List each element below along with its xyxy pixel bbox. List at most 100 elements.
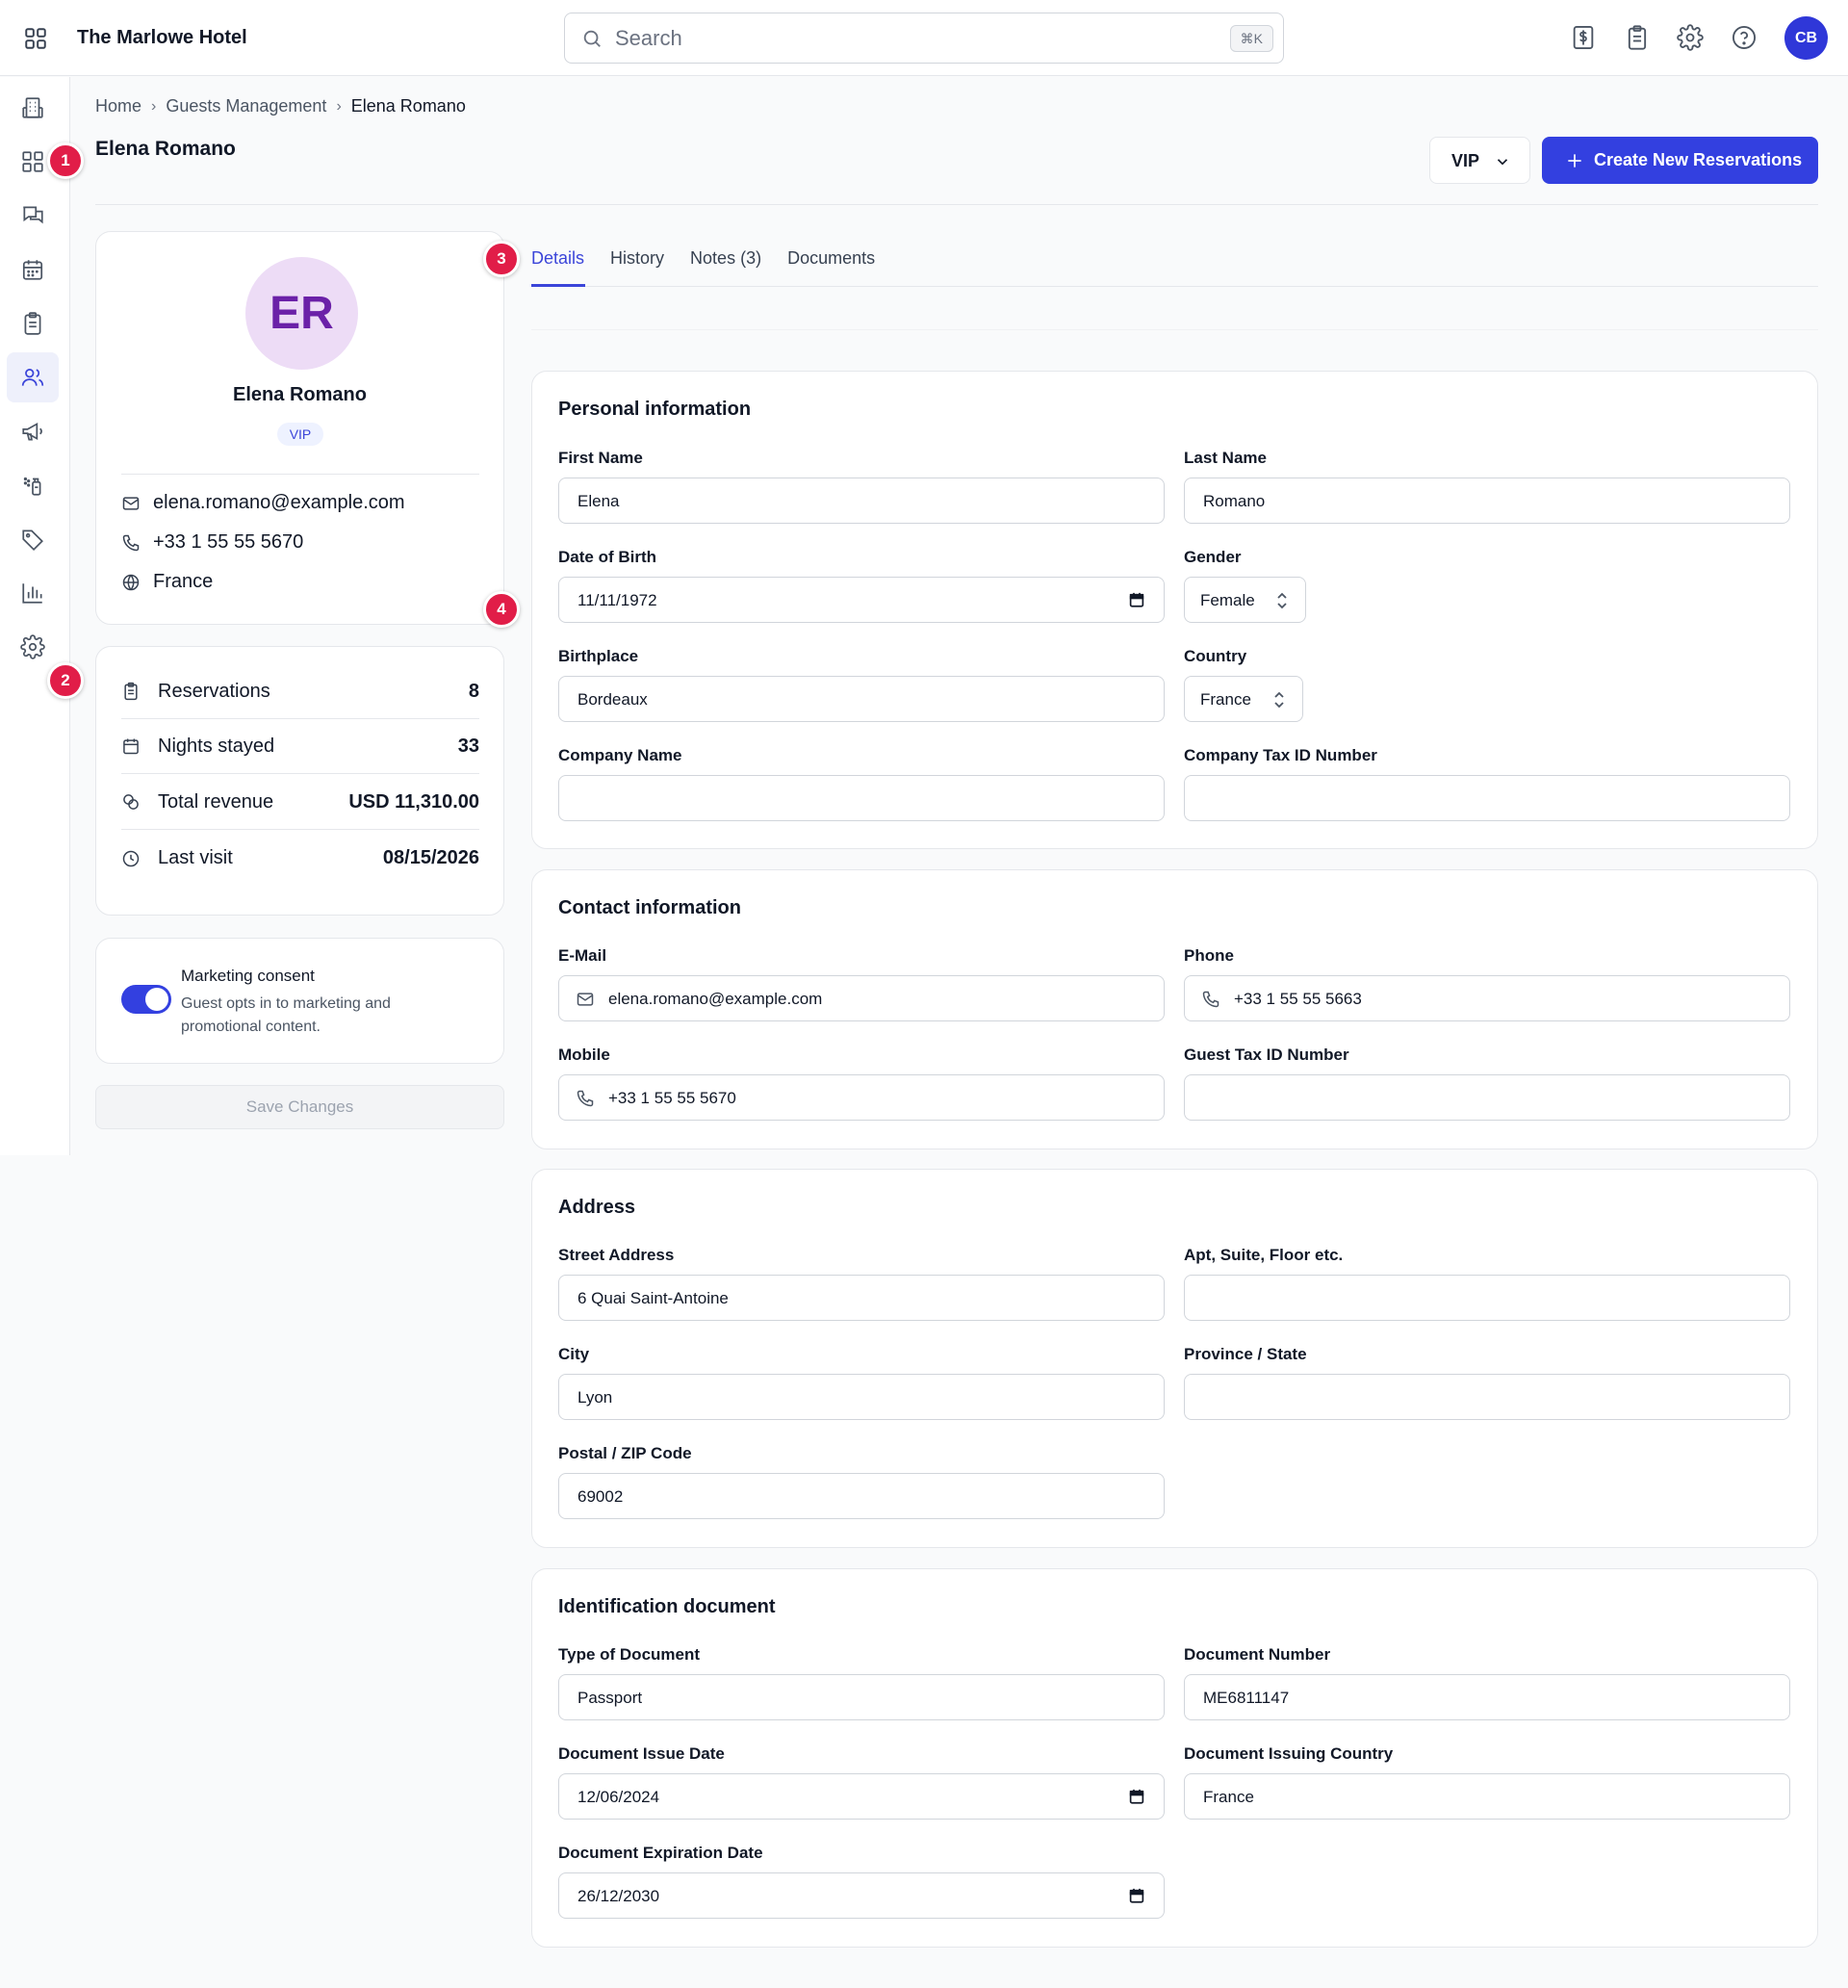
stat-value: 08/15/2026 — [382, 847, 479, 868]
breadcrumb-home[interactable]: Home — [95, 96, 141, 116]
breadcrumb-guests-management[interactable]: Guests Management — [166, 96, 326, 116]
tag-icon — [22, 529, 43, 552]
apt-suite-label: Apt, Suite, Floor etc. — [1184, 1246, 1344, 1264]
address-section: Address Street Address 6 Quai Saint-Anto… — [531, 1169, 1818, 1548]
guest-tax-id-field[interactable] — [1184, 1074, 1790, 1121]
country-select[interactable]: France — [1184, 676, 1303, 722]
phone-label: Phone — [1184, 946, 1234, 965]
province-state-field[interactable] — [1184, 1374, 1790, 1420]
city-value: Lyon — [578, 1388, 613, 1407]
mobile-field[interactable]: +33 1 55 55 5670 — [558, 1074, 1165, 1121]
vip-badge: VIP — [277, 423, 323, 446]
sidebar-item-reports[interactable] — [7, 568, 59, 618]
issuing-country-field[interactable]: France — [1184, 1773, 1790, 1820]
last-name-field[interactable]: Romano — [1184, 478, 1790, 524]
first-name-label: First Name — [558, 449, 643, 467]
issue-date-label: Document Issue Date — [558, 1744, 725, 1763]
sidebar-item-messages[interactable] — [7, 191, 59, 241]
issuing-country-value: France — [1203, 1788, 1254, 1806]
sidebar-item-hotel[interactable] — [7, 83, 59, 133]
street-address-field[interactable]: 6 Quai Saint-Antoine — [558, 1275, 1165, 1321]
tab-notes[interactable]: Notes (3) — [690, 248, 761, 269]
stat-nights-stayed: Nights stayed 33 — [121, 719, 479, 774]
detail-tabs: Details History Notes (3) Documents — [531, 248, 875, 269]
create-reservation-button[interactable]: Create New Reservations — [1542, 137, 1818, 184]
document-type-value: Passport — [578, 1689, 643, 1707]
clipboard-icon[interactable] — [1624, 24, 1651, 51]
consent-title: Marketing consent — [181, 967, 315, 985]
tab-details[interactable]: Details — [531, 248, 584, 269]
create-reservation-label: Create New Reservations — [1594, 150, 1803, 169]
issue-date-field[interactable]: 12/06/2024 — [558, 1773, 1165, 1820]
sidebar-item-calendar[interactable] — [7, 245, 59, 295]
stat-value: 8 — [468, 680, 479, 702]
save-changes-button[interactable]: Save Changes — [95, 1085, 504, 1129]
gender-label: Gender — [1184, 548, 1242, 566]
tab-documents[interactable]: Documents — [787, 248, 875, 269]
guest-phone: +33 1 55 55 5670 — [153, 531, 304, 553]
identification-document-section: Identification document Type of Document… — [531, 1568, 1818, 1948]
phone-field[interactable]: +33 1 55 55 5663 — [1184, 975, 1790, 1021]
mail-icon — [577, 993, 594, 1006]
calendar-icon[interactable] — [1128, 591, 1145, 608]
user-avatar[interactable]: CB — [1784, 16, 1828, 60]
tab-history[interactable]: History — [610, 248, 664, 269]
company-tax-id-field[interactable] — [1184, 775, 1790, 821]
apt-suite-field[interactable] — [1184, 1275, 1790, 1321]
stats-card: Reservations 8 Nights stayed 33 Total re… — [95, 646, 504, 916]
stat-label: Total revenue — [158, 790, 274, 813]
document-type-label: Type of Document — [558, 1645, 701, 1664]
annotation-marker-4: 4 — [483, 591, 520, 628]
dob-field[interactable]: 11/11/1972 — [558, 577, 1165, 623]
marketing-consent-toggle[interactable] — [121, 985, 171, 1014]
dollar-receipt-icon[interactable] — [1570, 24, 1597, 51]
sidebar-item-guests[interactable] — [7, 352, 59, 402]
sidebar-item-housekeeping[interactable] — [7, 460, 59, 510]
guest-email-row: elena.romano@example.com — [121, 492, 405, 514]
sidebar-item-marketing[interactable] — [7, 406, 59, 456]
sidebar-item-settings[interactable] — [7, 622, 59, 672]
guest-avatar: ER — [245, 257, 358, 370]
company-name-field[interactable] — [558, 775, 1165, 821]
hotel-building-icon — [22, 97, 43, 118]
sidebar-item-offers[interactable] — [7, 514, 59, 564]
guest-tier-select[interactable]: VIP — [1429, 137, 1530, 184]
expiration-date-field[interactable]: 26/12/2030 — [558, 1872, 1165, 1919]
company-tax-id-label: Company Tax ID Number — [1184, 746, 1377, 764]
city-field[interactable]: Lyon — [558, 1374, 1165, 1420]
postal-code-value: 69002 — [578, 1487, 624, 1506]
last-name-value: Romano — [1203, 492, 1266, 510]
calendar-icon[interactable] — [1128, 1887, 1145, 1904]
search-input[interactable] — [615, 23, 1193, 54]
issuing-country-label: Document Issuing Country — [1184, 1744, 1394, 1763]
stat-label: Nights stayed — [158, 735, 275, 757]
phone-icon — [577, 1090, 594, 1107]
personal-information-section: Personal information First Name Elena La… — [531, 371, 1818, 849]
calendar-icon[interactable] — [1128, 1788, 1145, 1805]
clock-icon — [122, 850, 140, 866]
stat-last-visit: Last visit 08/15/2026 — [121, 831, 479, 886]
last-name-label: Last Name — [1184, 449, 1267, 467]
document-number-field[interactable]: ME6811147 — [1184, 1674, 1790, 1720]
document-type-field[interactable]: Passport — [558, 1674, 1165, 1720]
document-number-label: Document Number — [1184, 1645, 1331, 1664]
marketing-consent-card: Marketing consent Guest opts in to marke… — [95, 938, 504, 1064]
email-field[interactable]: elena.romano@example.com — [558, 975, 1165, 1021]
app-grid-icon[interactable] — [23, 26, 48, 51]
phone-icon — [1202, 991, 1219, 1008]
consent-description: Guest opts in to marketing and promotion… — [181, 995, 391, 1035]
search-box[interactable]: ⌘K — [564, 13, 1284, 64]
help-icon[interactable] — [1731, 24, 1758, 51]
postal-code-field[interactable]: 69002 — [558, 1473, 1165, 1519]
sidebar-item-tasks[interactable] — [7, 298, 59, 349]
gear-icon[interactable] — [1677, 24, 1704, 51]
province-state-label: Province / State — [1184, 1345, 1307, 1363]
search-icon — [581, 28, 603, 49]
active-tab-indicator — [531, 284, 585, 287]
chevron-updown-icon — [1277, 592, 1287, 609]
birthplace-field[interactable]: Bordeaux — [558, 676, 1165, 722]
annotation-marker-1: 1 — [47, 142, 84, 179]
guest-tier-value: VIP — [1451, 151, 1480, 170]
first-name-field[interactable]: Elena — [558, 478, 1165, 524]
gender-select[interactable]: Female — [1184, 577, 1306, 623]
